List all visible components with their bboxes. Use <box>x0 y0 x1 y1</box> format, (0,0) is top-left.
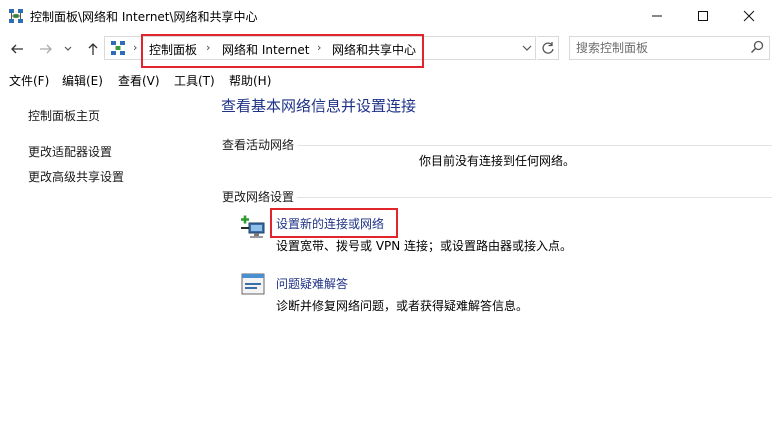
new-connection-icon[interactable] <box>240 215 266 239</box>
menu-tools[interactable]: 工具(T) <box>174 72 215 89</box>
change-advanced-sharing-link[interactable]: 更改高级共享设置 <box>28 168 124 185</box>
menu-view[interactable]: 查看(V) <box>118 72 160 89</box>
breadcrumb-highlight-box <box>141 34 424 68</box>
menu-help[interactable]: 帮助(H) <box>229 72 271 89</box>
arrow-right-icon <box>40 44 52 54</box>
window-title: 控制面板\网络和 Internet\网络和共享中心 <box>30 10 258 24</box>
section-divider <box>298 145 772 146</box>
section-divider <box>297 197 772 198</box>
setup-connection-highlight-box <box>270 208 398 238</box>
change-settings-heading: 更改网络设置 <box>222 190 295 204</box>
network-center-icon <box>9 9 23 23</box>
chevron-down-icon <box>522 45 532 51</box>
maximize-button[interactable] <box>680 0 726 32</box>
back-button[interactable] <box>6 38 28 60</box>
arrow-left-icon <box>11 44 23 54</box>
arrow-up-icon <box>88 43 98 55</box>
forward-button[interactable] <box>35 38 57 60</box>
page-title: 查看基本网络信息并设置连接 <box>221 97 417 115</box>
active-networks-heading: 查看活动网络 <box>222 138 295 152</box>
network-status-text: 你目前没有连接到任何网络。 <box>419 154 576 168</box>
refresh-icon <box>541 42 554 54</box>
chevron-down-icon <box>64 46 72 51</box>
maximize-icon <box>698 11 708 21</box>
menu-edit[interactable]: 编辑(E) <box>62 72 103 89</box>
search-input[interactable] <box>576 39 746 57</box>
up-button[interactable] <box>82 38 104 60</box>
minimize-icon <box>652 15 662 17</box>
setup-connection-description: 设置宽带、拨号或 VPN 连接；或设置路由器或接入点。 <box>276 239 573 253</box>
close-icon <box>743 10 755 22</box>
control-panel-home-link[interactable]: 控制面板主页 <box>28 107 100 124</box>
menu-file[interactable]: 文件(F) <box>9 72 49 89</box>
troubleshoot-icon[interactable] <box>241 273 265 295</box>
refresh-button[interactable] <box>537 36 559 60</box>
change-adapter-settings-link[interactable]: 更改适配器设置 <box>28 143 112 160</box>
minimize-button[interactable] <box>634 0 680 32</box>
search-icon[interactable] <box>750 40 764 54</box>
recent-locations-button[interactable] <box>61 38 75 60</box>
control-panel-icon <box>111 41 125 55</box>
breadcrumb-separator[interactable]: › <box>133 41 137 54</box>
address-history-dropdown[interactable] <box>520 40 534 56</box>
troubleshoot-description: 诊断并修复网络问题，或者获得疑难解答信息。 <box>276 299 529 313</box>
troubleshoot-problems-link[interactable]: 问题疑难解答 <box>276 275 348 292</box>
close-button[interactable] <box>726 0 772 32</box>
